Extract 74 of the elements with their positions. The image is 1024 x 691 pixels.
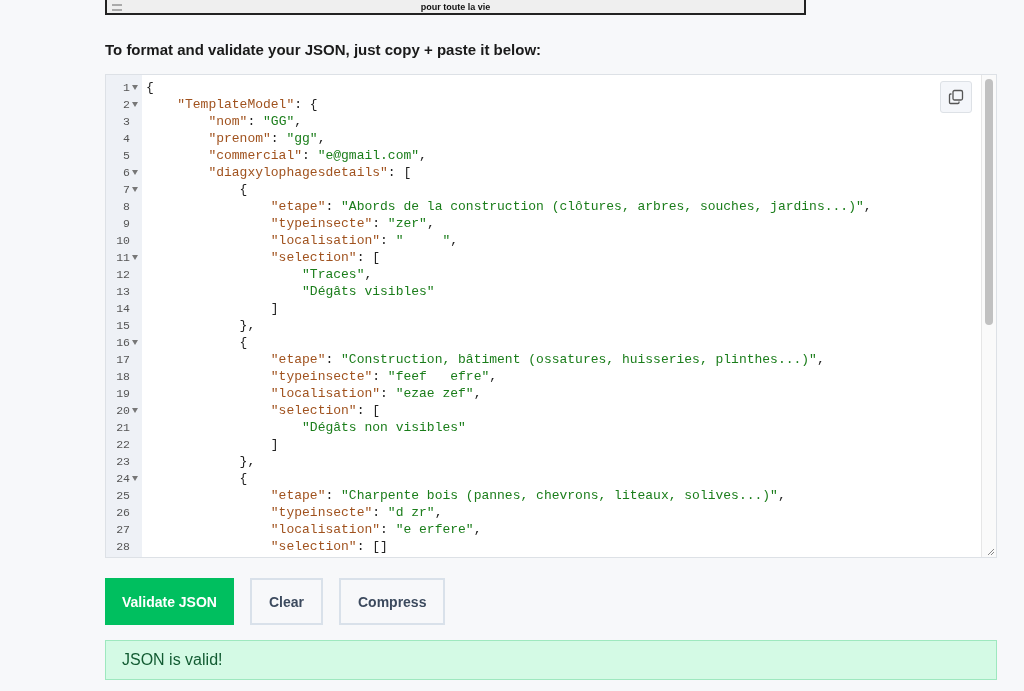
code-line: "selection": [] <box>269 538 388 555</box>
code-line: { <box>238 181 248 198</box>
copy-button[interactable] <box>940 81 972 113</box>
line-number: 12 <box>116 268 130 281</box>
code-line: "diagxylophagesdetails": [ <box>207 164 412 181</box>
panel-caption: pour toute la vie <box>420 1 491 12</box>
line-number: 10 <box>116 234 130 247</box>
fold-arrow-icon[interactable] <box>132 408 138 413</box>
fold-arrow-icon[interactable] <box>132 255 138 260</box>
code-line: "selection": [ <box>269 402 381 419</box>
line-number: 7 <box>123 183 130 196</box>
code-line: "commercial": "e@gmail.com", <box>207 147 427 164</box>
line-number: 23 <box>116 455 130 468</box>
code-line: { <box>238 334 248 351</box>
line-number: 4 <box>123 132 130 145</box>
line-number: 19 <box>116 387 130 400</box>
resize-grip-icon[interactable] <box>986 547 994 555</box>
code-line: "prenom": "gg", <box>207 130 326 147</box>
line-number: 11 <box>116 251 130 264</box>
line-number: 15 <box>116 319 130 332</box>
fold-arrow-icon[interactable] <box>132 476 138 481</box>
line-number: 20 <box>116 404 130 417</box>
code-line: "localisation": "ezae zef", <box>269 385 482 402</box>
code-line: "etape": "Abords de la construction (clôtures, arbres, souches, jardins...)", <box>269 198 872 215</box>
line-number: 24 <box>116 472 130 485</box>
fold-arrow-icon[interactable] <box>132 102 138 107</box>
code-line: ] <box>269 436 279 453</box>
line-number: 14 <box>116 302 130 315</box>
code-line: "nom": "GG", <box>207 113 303 130</box>
code-line: "typeinsecte": "zer", <box>269 215 435 232</box>
line-number: 26 <box>116 506 130 519</box>
code-line: ] <box>269 300 279 317</box>
copy-icon <box>948 89 964 105</box>
code-line: "Dégâts visibles" <box>301 283 435 300</box>
code-line: { <box>238 470 248 487</box>
code-line: "localisation": " ", <box>269 232 459 249</box>
line-number: 5 <box>123 149 130 162</box>
line-number: 22 <box>116 438 130 451</box>
line-number: 17 <box>116 353 130 366</box>
secondary-button[interactable]: Compress <box>338 578 446 625</box>
line-number: 9 <box>123 217 130 230</box>
line-number: 3 <box>123 115 130 128</box>
secondary-button[interactable]: Clear <box>249 578 323 625</box>
code-line: "Dégâts non visibles" <box>301 419 466 436</box>
fold-arrow-icon[interactable] <box>132 187 138 192</box>
code-line: }, <box>238 317 256 334</box>
fold-arrow-icon[interactable] <box>132 170 138 175</box>
code-line: }, <box>238 453 256 470</box>
code-line: "typeinsecte": "d zr", <box>269 504 443 521</box>
line-number: 28 <box>116 540 130 553</box>
line-number: 6 <box>123 166 130 179</box>
line-number: 16 <box>116 336 130 349</box>
code-line: "localisation": "e erfere", <box>269 521 482 538</box>
line-number: 18 <box>116 370 130 383</box>
line-number: 21 <box>116 421 130 434</box>
line-number: 2 <box>123 98 130 111</box>
line-number: 25 <box>116 489 130 502</box>
section-heading: To format and validate your JSON, just copy + paste it below: <box>105 41 543 58</box>
code-line: "etape": "Charpente bois (pannes, chevrons, liteaux, solives...)", <box>269 487 786 504</box>
code-line: "selection": [ <box>269 249 381 266</box>
fold-arrow-icon[interactable] <box>132 340 138 345</box>
code-line: "typeinsecte": "feef efre", <box>269 368 498 385</box>
line-number: 13 <box>116 285 130 298</box>
code-line: "Traces", <box>301 266 373 283</box>
fold-arrow-icon[interactable] <box>132 85 138 90</box>
code-line: { <box>146 79 154 96</box>
status-message: JSON is valid! <box>105 640 997 680</box>
line-number: 1 <box>123 81 130 94</box>
line-number: 27 <box>116 523 130 536</box>
menu-icon[interactable] <box>112 4 122 11</box>
code-line: "TemplateModel": { <box>176 96 318 113</box>
code-line: "etape": "Construction, bâtiment (ossatures, huisseries, plinthes...)", <box>269 351 825 368</box>
scrollbar-thumb[interactable] <box>985 79 993 325</box>
line-number: 8 <box>123 200 130 213</box>
